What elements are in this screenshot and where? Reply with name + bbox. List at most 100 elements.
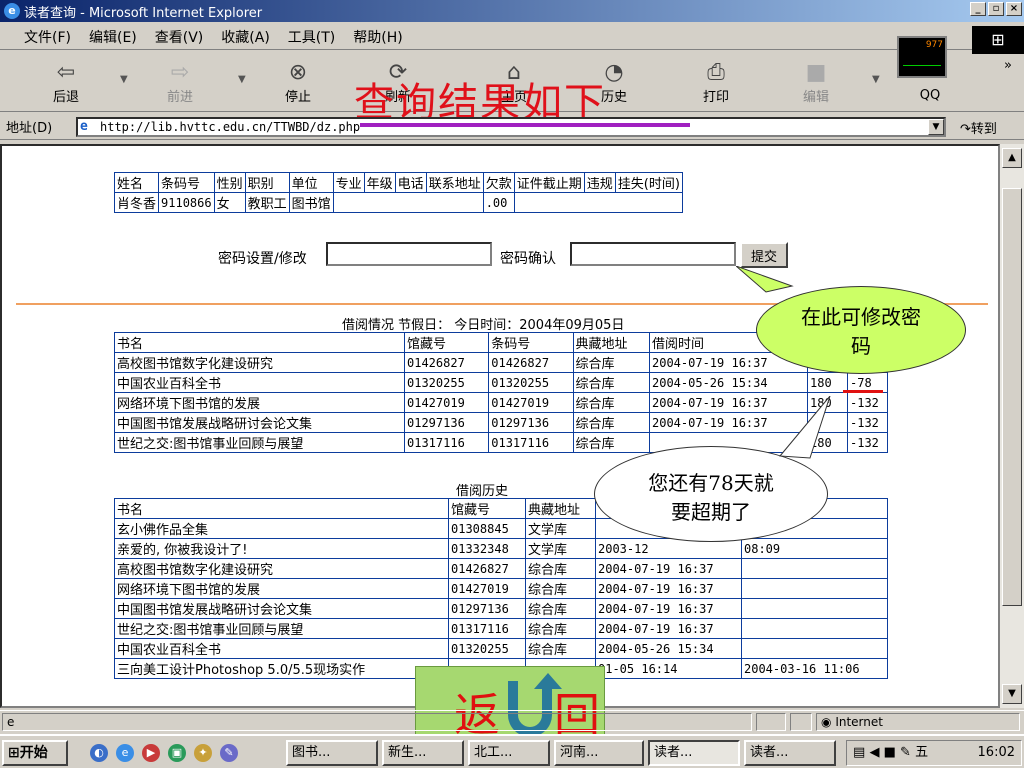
qq-button[interactable]: QQ (902, 88, 958, 103)
table-cell: 网络环境下图书馆的发展 (114, 578, 449, 599)
scroll-up-icon[interactable]: ▲ (1002, 148, 1022, 168)
windows-flag-icon: ⊞ (8, 745, 20, 761)
start-button[interactable]: ⊞开始 (2, 740, 68, 766)
tray-antivirus-icon[interactable]: ■ (884, 745, 896, 760)
table-cell: 世纪之交:图书馆事业回顾与展望 (114, 432, 405, 453)
table-row: 世纪之交:图书馆事业回顾与展望 01317116 综合库 2004-07-19 16:… (114, 618, 888, 639)
table-cell: 姓名 (113, 172, 160, 193)
table-cell: 2004-07-19 16:37 (595, 558, 742, 579)
forward-button[interactable]: ⇨ 前进 (150, 60, 210, 105)
table-cell: -132 (847, 432, 888, 453)
taskbar: ⊞开始 ◐ e ▶ ▣ ✦ ✎ 图书... 新生... 北工... 河南... … (0, 734, 1024, 768)
table-cell: 违规 (583, 172, 616, 193)
vertical-scrollbar[interactable]: ▲ ▼ (1000, 144, 1024, 708)
table-row: 高校图书馆数字化建设研究 01426827 综合库 2004-07-19 16:37 (114, 558, 888, 579)
minimize-button[interactable]: _ (970, 2, 986, 16)
task-label: 读者... (750, 745, 789, 760)
go-label: 转到 (970, 122, 997, 137)
toolbar-more-icon[interactable]: » (1004, 58, 1012, 73)
menu-edit[interactable]: 编辑(E) (89, 27, 137, 47)
quicklaunch-icon-1[interactable]: ◐ (90, 744, 108, 762)
quicklaunch-icon-5[interactable]: ✦ (194, 744, 212, 762)
task-item-6[interactable]: 读者... (744, 740, 836, 766)
page-content: 姓名 条码号 性别 职别 单位 专业 年级 电话 联系地址 欠款 证件截止期 违… (0, 144, 1000, 708)
stop-label: 停止 (284, 90, 311, 105)
back-dropdown-icon[interactable]: ▼ (120, 74, 128, 85)
print-button[interactable]: ⎙ 打印 (686, 60, 746, 105)
address-input[interactable]: e http://lib.hvttc.edu.cn/TTWBD/dz.php (76, 117, 946, 137)
password-input[interactable] (326, 242, 492, 266)
table-cell: 馆藏号 (403, 332, 490, 353)
close-button[interactable]: × (1006, 2, 1022, 16)
table-cell (741, 578, 888, 599)
task-item-4[interactable]: 河南... (554, 740, 644, 766)
back-button[interactable]: ⇦ 后退 (36, 60, 96, 105)
table-cell: 电话 (394, 172, 427, 193)
ie-quicklaunch-icon[interactable]: e (116, 744, 134, 762)
table-cell: 挂失(时间) (614, 172, 683, 193)
table-cell: 欠款 (482, 172, 515, 193)
table-cell: 01317116 (403, 432, 490, 453)
scroll-down-icon[interactable]: ▼ (1002, 684, 1022, 704)
back-label: 后退 (52, 90, 79, 105)
table-cell (741, 638, 888, 659)
menu-help[interactable]: 帮助(H) (353, 27, 402, 47)
task-item-1[interactable]: 图书... (286, 740, 378, 766)
table-cell: 01308845 (447, 518, 527, 539)
maximize-button[interactable]: ▫ (988, 2, 1004, 16)
table-cell: 性别 (213, 172, 246, 193)
password-confirm-input[interactable] (570, 242, 736, 266)
scroll-thumb[interactable] (1002, 188, 1022, 606)
table-row: 中国农业百科全书 01320255 01320255 综合库 2004-05-26 15… (114, 372, 888, 393)
table-row: 高校图书馆数字化建设研究 01426827 01426827 综合库 2004-07-1… (114, 352, 888, 373)
table-cell: 综合库 (525, 638, 596, 659)
tray-pen-icon[interactable]: ✎ (900, 745, 911, 760)
go-button[interactable]: ↷转到 (960, 118, 997, 137)
quicklaunch-icon-6[interactable]: ✎ (220, 744, 238, 762)
tray-network-icon[interactable]: ▤ (853, 745, 865, 760)
forward-dropdown-icon[interactable]: ▼ (238, 74, 246, 85)
stop-button[interactable]: ⊗ 停止 (268, 60, 328, 105)
task-item-3[interactable]: 北工... (468, 740, 550, 766)
menu-favorites[interactable]: 收藏(A) (221, 27, 270, 47)
table-cell: 中国农业百科全书 (114, 638, 449, 659)
table-cell: 典藏地址 (525, 498, 596, 519)
table-cell: 中国图书馆发展战略研讨会论文集 (114, 412, 405, 433)
submit-button[interactable]: 提交 (740, 242, 788, 268)
password-confirm-label: 密码确认 (500, 251, 556, 267)
overdue-highlight (843, 390, 883, 393)
table-cell: 年级 (363, 172, 396, 193)
table-cell: 条码号 (158, 172, 215, 193)
media-quicklaunch-icon[interactable]: ▶ (142, 744, 160, 762)
edit-button[interactable]: ■ 编辑 (786, 60, 846, 105)
tray-volume-icon[interactable]: ◀ (869, 745, 879, 760)
table-cell: 01426827 (403, 352, 490, 373)
net-meter: 977 (897, 36, 947, 78)
task-item-5[interactable]: 读者... (648, 740, 740, 766)
windows-logo-icon: ⊞ (972, 26, 1024, 54)
ie-icon: e (4, 3, 20, 19)
back-arrow-icon: ⇦ (56, 60, 76, 85)
menu-tools[interactable]: 工具(T) (288, 27, 335, 47)
menu-file[interactable]: 文件(F) (24, 27, 71, 47)
table-cell: 中国图书馆发展战略研讨会论文集 (114, 598, 449, 619)
table-row: 网络环境下图书馆的发展 01427019 综合库 2004-07-19 16:37 (114, 578, 888, 599)
table-cell: 01317116 (488, 432, 574, 453)
tray-input-icon[interactable]: 五 (915, 745, 928, 760)
table-cell: 网络环境下图书馆的发展 (114, 392, 405, 413)
table-cell: 综合库 (525, 578, 596, 599)
table-cell: 馆藏号 (447, 498, 527, 519)
menu-view[interactable]: 查看(V) (155, 27, 204, 47)
table-cell: 综合库 (525, 618, 596, 639)
table-cell: 文学库 (525, 538, 596, 559)
edit-dropdown-icon[interactable]: ▼ (872, 74, 880, 85)
task-item-2[interactable]: 新生... (382, 740, 464, 766)
table-cell: 01297136 (403, 412, 490, 433)
address-dropdown-icon[interactable]: ▼ (928, 119, 944, 135)
globe-icon: ◉ (821, 715, 832, 729)
address-label: 地址(D) (6, 121, 53, 136)
table-cell: 2004-07-19 16:37 (595, 598, 742, 619)
status-zone: ◉ Internet (816, 713, 1020, 731)
desktop-quicklaunch-icon[interactable]: ▣ (168, 744, 186, 762)
table-cell: 文学库 (525, 518, 596, 539)
